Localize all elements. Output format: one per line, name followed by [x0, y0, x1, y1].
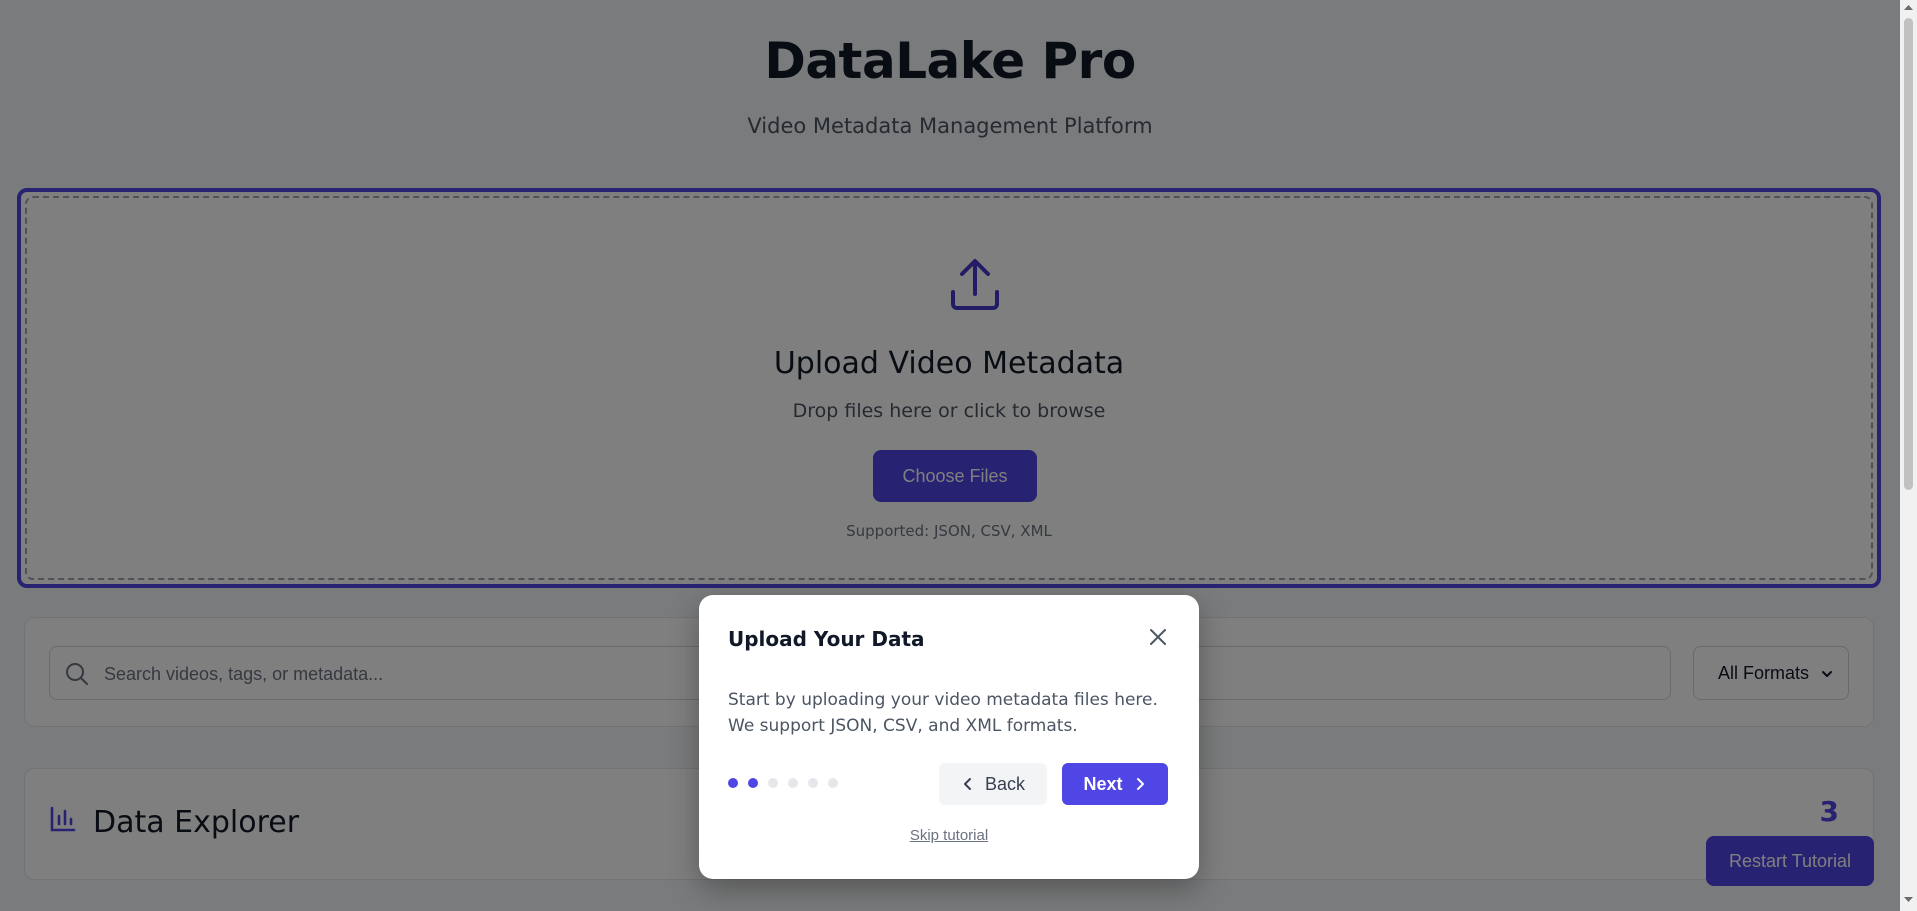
chevron-left-icon — [963, 778, 971, 790]
next-button[interactable]: Next — [1062, 763, 1168, 805]
back-button[interactable]: Back — [939, 763, 1047, 805]
tutorial-body: Start by uploading your video metadata f… — [728, 690, 1158, 736]
tutorial-title: Upload Your Data — [728, 627, 925, 651]
close-icon[interactable] — [1147, 626, 1169, 648]
scrollbar-thumb[interactable] — [1904, 18, 1913, 490]
step-dot — [748, 778, 758, 788]
vertical-scrollbar[interactable] — [1900, 0, 1917, 911]
skip-tutorial-link[interactable]: Skip tutorial — [699, 827, 1199, 844]
scroll-up-arrow-icon[interactable] — [1904, 3, 1913, 12]
chevron-right-icon — [1136, 778, 1144, 790]
step-dot — [768, 778, 778, 788]
scroll-down-arrow-icon[interactable] — [1904, 895, 1913, 904]
step-indicator — [728, 778, 838, 788]
tutorial-dialog: Upload Your Data Start by uploading your… — [699, 595, 1199, 879]
step-dot — [828, 778, 838, 788]
step-dot — [808, 778, 818, 788]
next-button-label: Next — [1083, 773, 1123, 794]
step-dot — [788, 778, 798, 788]
back-button-label: Back — [984, 773, 1026, 794]
page: DataLake Pro Video Metadata Management P… — [0, 0, 1900, 911]
step-dot — [728, 778, 738, 788]
